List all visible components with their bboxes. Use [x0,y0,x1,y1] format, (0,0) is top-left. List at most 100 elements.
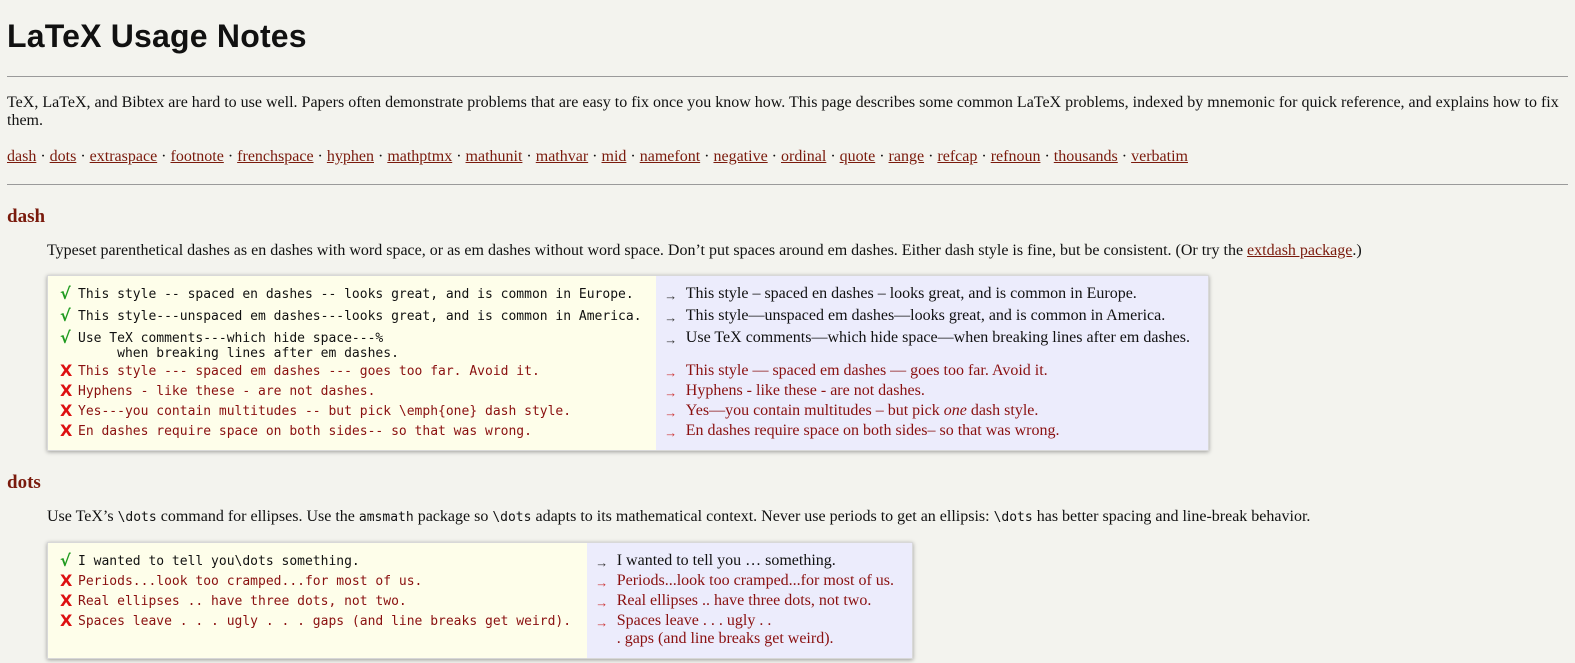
x-icon: X [60,571,73,590]
output-row: → This style – spaced en dashes – looks g… [656,285,1190,307]
nav-separator: · [373,148,388,165]
inline-code: \dots [993,510,1033,525]
nav-link-dots[interactable]: dots [50,148,77,165]
output-row: → En dashes require space on both sides– … [656,422,1190,442]
source-code: I wanted to tell you\dots something. [78,554,360,569]
source-column: √ I wanted to tell you\dots something. XP… [48,543,587,658]
nav-link-range[interactable]: range [889,148,925,165]
source-code: This style -- spaced en dashes -- looks … [78,287,634,302]
nav-link-negative[interactable]: negative [713,148,767,165]
rendered-output: Real ellipses .. have three dots, not tw… [616,592,872,609]
arrow-icon: → [595,575,609,590]
nav-separator: · [924,148,938,165]
source-code: Spaces leave . . . ugly . . . gaps (and … [78,614,572,629]
nav-separator: · [700,148,714,165]
nav-separator: · [767,148,781,165]
nav-link-mathvar[interactable]: mathvar [536,148,588,165]
nav-separator: · [626,148,640,165]
nav-separator: · [1040,148,1054,165]
nav-separator: · [1117,148,1132,165]
section-heading-dash: dash [7,206,46,227]
example-box-dots: √ I wanted to tell you\dots something. XP… [47,542,913,659]
rendered-output: Use TeX comments—which hide space—when b… [685,329,1190,346]
check-icon: √ [60,284,71,303]
desc-text: Typeset parenthetical dashes as en dashe… [47,242,1248,259]
desc-text: adapts to its mathematical context. Neve… [531,508,994,525]
nav-link-dash[interactable]: dash [7,148,36,165]
nav-link-namefont[interactable]: namefont [640,148,700,165]
rendered-output: This style – spaced en dashes – looks gr… [685,285,1137,302]
rendered-output: Spaces leave . . . ugly . . . gaps (and … [616,612,834,647]
nav-link-refnoun[interactable]: refnoun [991,148,1041,165]
source-code: This style---unspaced em dashes---looks … [78,309,642,324]
rendered-output: Hyphens - like these - are not dashes. [685,382,925,399]
nav-link-mathunit[interactable]: mathunit [466,148,523,165]
source-code: Hyphens - like these - are not dashes. [78,384,376,399]
output-text: Yes—you contain multitudes – but pick [685,402,944,419]
output-row: → Use TeX comments—which hide space—when … [656,329,1190,362]
output-row: → Periods...look too cramped...for most o… [587,572,894,592]
arrow-icon: → [664,385,678,400]
check-icon: √ [60,328,71,347]
source-code: Use TeX comments---which hide space---% … [78,331,399,361]
example-row: X Hyphens - like these - are not dashes. [60,382,656,402]
arrow-icon: → [664,365,678,380]
arrow-icon: → [664,310,678,325]
nav-separator: · [826,148,840,165]
topic-nav: dash · dots · extraspace · footnote · fr… [7,147,1568,167]
nav-link-quote[interactable]: quote [840,148,876,165]
nav-separator: · [875,148,889,165]
output-row: → Yes—you contain multitudes – but pick o… [656,402,1190,422]
example-row: X This style --- spaced em dashes --- goe… [60,362,656,382]
inline-code: amsmath [358,510,414,525]
source-code: En dashes require space on both sides-- … [78,424,532,439]
nav-separator: · [588,148,602,165]
example-row: X En dashes require space on both sides--… [60,422,656,442]
x-icon: X [60,401,73,420]
nav-separator: · [452,148,466,165]
output-row: → This style — spaced em dashes — goes to… [656,362,1190,382]
nav-link-thousands[interactable]: thousands [1054,148,1118,165]
nav-separator: · [522,148,536,165]
output-row: → Hyphens - like these - are not dashes. [656,382,1190,402]
desc-text: Use TeX’s [47,508,118,525]
arrow-icon: → [595,555,609,570]
nav-link-verbatim[interactable]: verbatim [1131,148,1188,165]
nav-link-hyphen[interactable]: hyphen [327,148,374,165]
page-title: LaTeX Usage Notes [7,18,307,54]
extdash-package-link[interactable]: extdash package [1247,242,1352,259]
source-column: √ This style -- spaced en dashes -- looks… [48,276,656,450]
example-row: X Real ellipses .. have three dots, not t… [60,592,587,612]
divider [7,76,1568,77]
nav-link-mid[interactable]: mid [602,148,627,165]
x-icon: X [60,421,73,440]
inline-code: \dots [492,510,532,525]
rendered-output: I wanted to tell you … something. [616,552,836,569]
x-icon: X [60,591,73,610]
source-code: Real ellipses .. have three dots, not tw… [78,594,407,609]
x-icon: X [60,611,73,630]
nav-separator: · [36,148,50,165]
source-code: Yes---you contain multitudes -- but pick… [78,404,572,419]
nav-link-ordinal[interactable]: ordinal [781,148,826,165]
divider [7,184,1568,185]
inline-code: \dots [117,510,157,525]
output-row: → This style—unspaced em dashes—looks gre… [656,307,1190,329]
nav-link-mathptmx[interactable]: mathptmx [387,148,452,165]
nav-link-footnote[interactable]: footnote [171,148,224,165]
example-row: √ This style---unspaced em dashes---looks… [60,307,656,329]
nav-link-frenchspace[interactable]: frenchspace [237,148,313,165]
desc-text: package so [413,508,493,525]
rendered-output: This style—unspaced em dashes—looks grea… [685,307,1166,324]
nav-link-refcap[interactable]: refcap [937,148,977,165]
rendered-output: This style — spaced em dashes — goes too… [685,362,1048,379]
nav-link-extraspace[interactable]: extraspace [90,148,158,165]
desc-text: has better spacing and line-break behavi… [1032,508,1311,525]
output-column: → This style – spaced en dashes – looks g… [655,276,1208,450]
example-row: √ I wanted to tell you\dots something. [60,552,587,572]
section-heading-dots: dots [7,472,41,493]
nav-separator: · [223,148,238,165]
output-emphasis: one [943,402,967,419]
check-icon: √ [60,551,71,570]
example-box-dash: √ This style -- spaced en dashes -- looks… [47,275,1209,451]
